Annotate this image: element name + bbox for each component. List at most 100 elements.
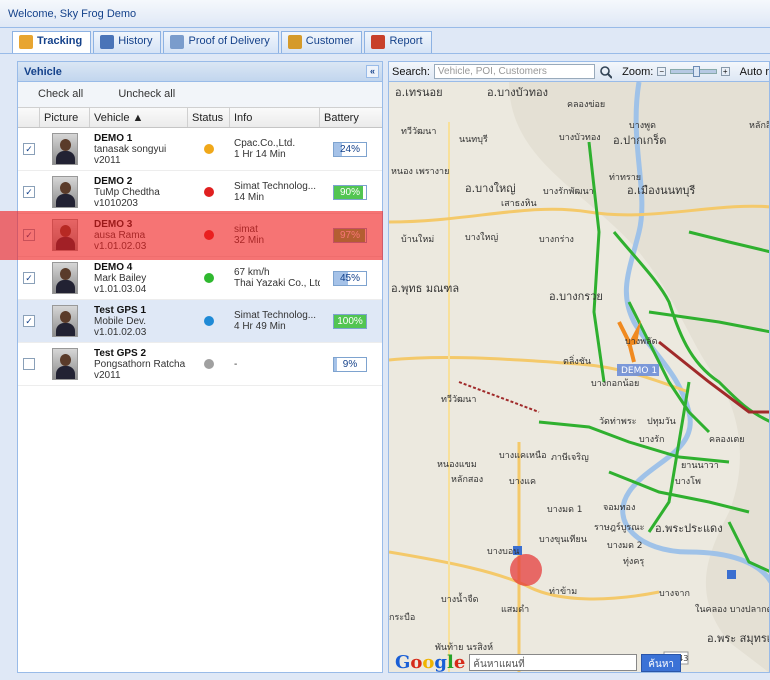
map-place-label: หนอง เพรางาย — [391, 167, 449, 177]
row-checkbox[interactable]: ✓ — [23, 272, 35, 284]
map-place-label: บางโพ — [675, 476, 701, 487]
column-checkbox — [18, 108, 40, 127]
uncheck-all-button[interactable]: Uncheck all — [118, 88, 175, 100]
tracking-icon — [19, 35, 33, 49]
status-dot-icon — [204, 359, 214, 369]
zoom-label: Zoom: — [622, 65, 654, 78]
map-place-label: ทุ่งครุ — [623, 557, 644, 567]
column-info[interactable]: Info — [230, 108, 320, 127]
report-icon — [371, 35, 386, 49]
status-dot-icon — [204, 316, 214, 326]
map-place-label: เสาธงหิน — [501, 198, 537, 209]
tab-proof-of-delivery[interactable]: Proof of Delivery — [163, 31, 279, 53]
info-cell: 67 km/h Thai Yazaki Co., Ltd. — [230, 267, 320, 289]
zoom-out-icon[interactable]: − — [657, 67, 667, 76]
google-search-button[interactable]: ค้นหา — [641, 653, 682, 672]
zoom-in-icon[interactable]: + — [720, 67, 730, 76]
main-tabs: Tracking History Proof of Delivery Customer… — [12, 31, 432, 54]
map-image[interactable]: DEMO 1 3243 อ.เทรนอยอ.บางบัวทองคลองข่อยท… — [389, 81, 770, 673]
driver-name: Pongsathorn Ratcha — [94, 358, 186, 370]
zoom-slider[interactable] — [670, 66, 717, 77]
map-place-label: จอมทอง — [603, 503, 635, 513]
vehicle-cell: Test GPS 2 Pongsathorn Ratcha v2011 — [90, 348, 188, 381]
map-place-label: บางมด 2 — [607, 541, 643, 551]
map-place-label: ในคลอง บางปลากด — [695, 604, 770, 615]
tab-customer[interactable]: Customer — [280, 31, 363, 53]
map-toolbar: Search: Vehicle, POI, Customers Zoom: − … — [389, 62, 769, 82]
map-place-label: ท่าข้าม — [549, 586, 577, 597]
picture-cell — [40, 219, 90, 251]
check-all-button[interactable]: Check all — [38, 88, 83, 100]
table-row[interactable]: ✓ DEMO 4 Mark Bailey v1.01.03.04 67 km/h Thai… — [18, 257, 382, 300]
vehicle-panel-header: Vehicle « — [18, 62, 382, 82]
customer-icon — [287, 35, 302, 49]
status-cell — [188, 359, 230, 369]
map-vehicle-label[interactable]: DEMO 1 — [621, 366, 657, 376]
collapse-panel-icon[interactable]: « — [366, 65, 379, 78]
vehicle-cell: DEMO 3 ausa Rama v1.01.02.03 — [90, 219, 188, 252]
battery-cell: 97% — [320, 227, 380, 243]
table-row[interactable]: Test GPS 2 Pongsathorn Ratcha v2011 - 9% — [18, 343, 382, 386]
row-checkbox[interactable]: ✓ — [23, 186, 35, 198]
google-search-input[interactable]: ค้นหาแผนที่ — [469, 654, 638, 671]
map-canvas[interactable]: DEMO 1 3243 อ.เทรนอยอ.บางบัวทองคลองข่อยท… — [389, 81, 770, 673]
info-line-2: 32 Min — [234, 235, 265, 246]
auto-refresh-label[interactable]: Auto r — [740, 66, 769, 78]
vehicle-grid-body: ✓ DEMO 1 tanasak songyui v2011 Cpac.Co.,Ltd.… — [18, 128, 382, 386]
status-dot-icon — [204, 230, 214, 240]
column-picture[interactable]: Picture — [40, 108, 90, 127]
map-place-label: วัดท่าพระ — [599, 417, 637, 427]
map-place-label: อ.พุทธ มณฑล — [391, 282, 459, 295]
map-place-label: คลองเตย — [709, 435, 745, 445]
column-vehicle[interactable]: Vehicle ▲ — [90, 108, 188, 127]
row-checkbox[interactable] — [23, 358, 35, 370]
driver-name: TuMp Chedtha — [94, 186, 160, 198]
status-cell — [188, 230, 230, 240]
map-place-label: ราษฎร์บูรณะ — [594, 521, 645, 533]
zoom-slider-handle[interactable] — [693, 66, 701, 77]
welcome-text: Welcome, Sky Frog Demo — [8, 8, 137, 20]
map-place-label: บางพลัด — [625, 337, 658, 347]
tab-tracking[interactable]: Tracking — [12, 31, 92, 54]
driver-photo — [52, 262, 78, 294]
driver-photo — [52, 176, 78, 208]
table-row[interactable]: ✓ DEMO 1 tanasak songyui v2011 Cpac.Co.,Ltd.… — [18, 128, 382, 171]
clock-icon — [100, 35, 115, 49]
map-place-label: บางแค — [509, 477, 536, 487]
status-cell — [188, 273, 230, 283]
vehicle-name: DEMO 2 — [94, 175, 133, 187]
battery-indicator: 24% — [333, 141, 367, 157]
driver-photo — [52, 219, 78, 251]
google-search-bar: Google ค้นหาแผนที่ ค้นหา — [395, 652, 682, 672]
table-row[interactable]: ✓ Test GPS 1 Mobile Dev. v1.01.02.03 Simat T… — [18, 300, 382, 343]
tab-label: History — [118, 35, 153, 47]
table-row[interactable]: ✓ DEMO 3 ausa Rama v1.01.02.03 simat 32 Min 97… — [18, 214, 382, 257]
battery-text: 45% — [339, 272, 360, 284]
vehicle-name: Test GPS 2 — [94, 347, 147, 359]
column-battery[interactable]: Battery — [320, 108, 382, 127]
row-checkbox[interactable]: ✓ — [23, 143, 35, 155]
column-status[interactable]: Status — [188, 108, 230, 127]
map-place-label: บางรักพัฒนา — [543, 187, 594, 197]
map-place-label: กระบือ — [389, 612, 415, 623]
map-place-label: ท่าทราย — [609, 173, 641, 183]
vehicle-panel: Vehicle « Check all Uncheck all Picture … — [17, 61, 383, 673]
tab-history[interactable]: History — [93, 31, 162, 53]
map-place-label: อ.บางบัวทอง — [487, 86, 548, 99]
row-checkbox[interactable]: ✓ — [23, 315, 35, 327]
battery-text: 9% — [342, 358, 358, 370]
table-row[interactable]: ✓ DEMO 2 TuMp Chedtha v1010203 Simat Technol… — [18, 171, 382, 214]
map-place-label: ปทุมวัน — [647, 417, 676, 427]
battery-indicator: 9% — [333, 356, 367, 372]
vehicle-grid-header: Picture Vehicle ▲ Status Info Battery — [18, 108, 382, 128]
search-icon[interactable] — [599, 65, 613, 79]
battery-text: 90% — [339, 186, 360, 198]
vehicle-toolbar: Check all Uncheck all — [18, 82, 382, 108]
row-checkbox[interactable]: ✓ — [23, 229, 35, 241]
map-place-label: นนทบุรี — [459, 134, 488, 145]
map-place-label: บางจาก — [659, 589, 690, 599]
map-search-input[interactable]: Vehicle, POI, Customers — [433, 64, 595, 79]
map-place-label: หลักสอง — [451, 475, 483, 485]
map-place-label: หนองแขม — [437, 460, 477, 470]
tab-report[interactable]: Report — [364, 31, 432, 53]
